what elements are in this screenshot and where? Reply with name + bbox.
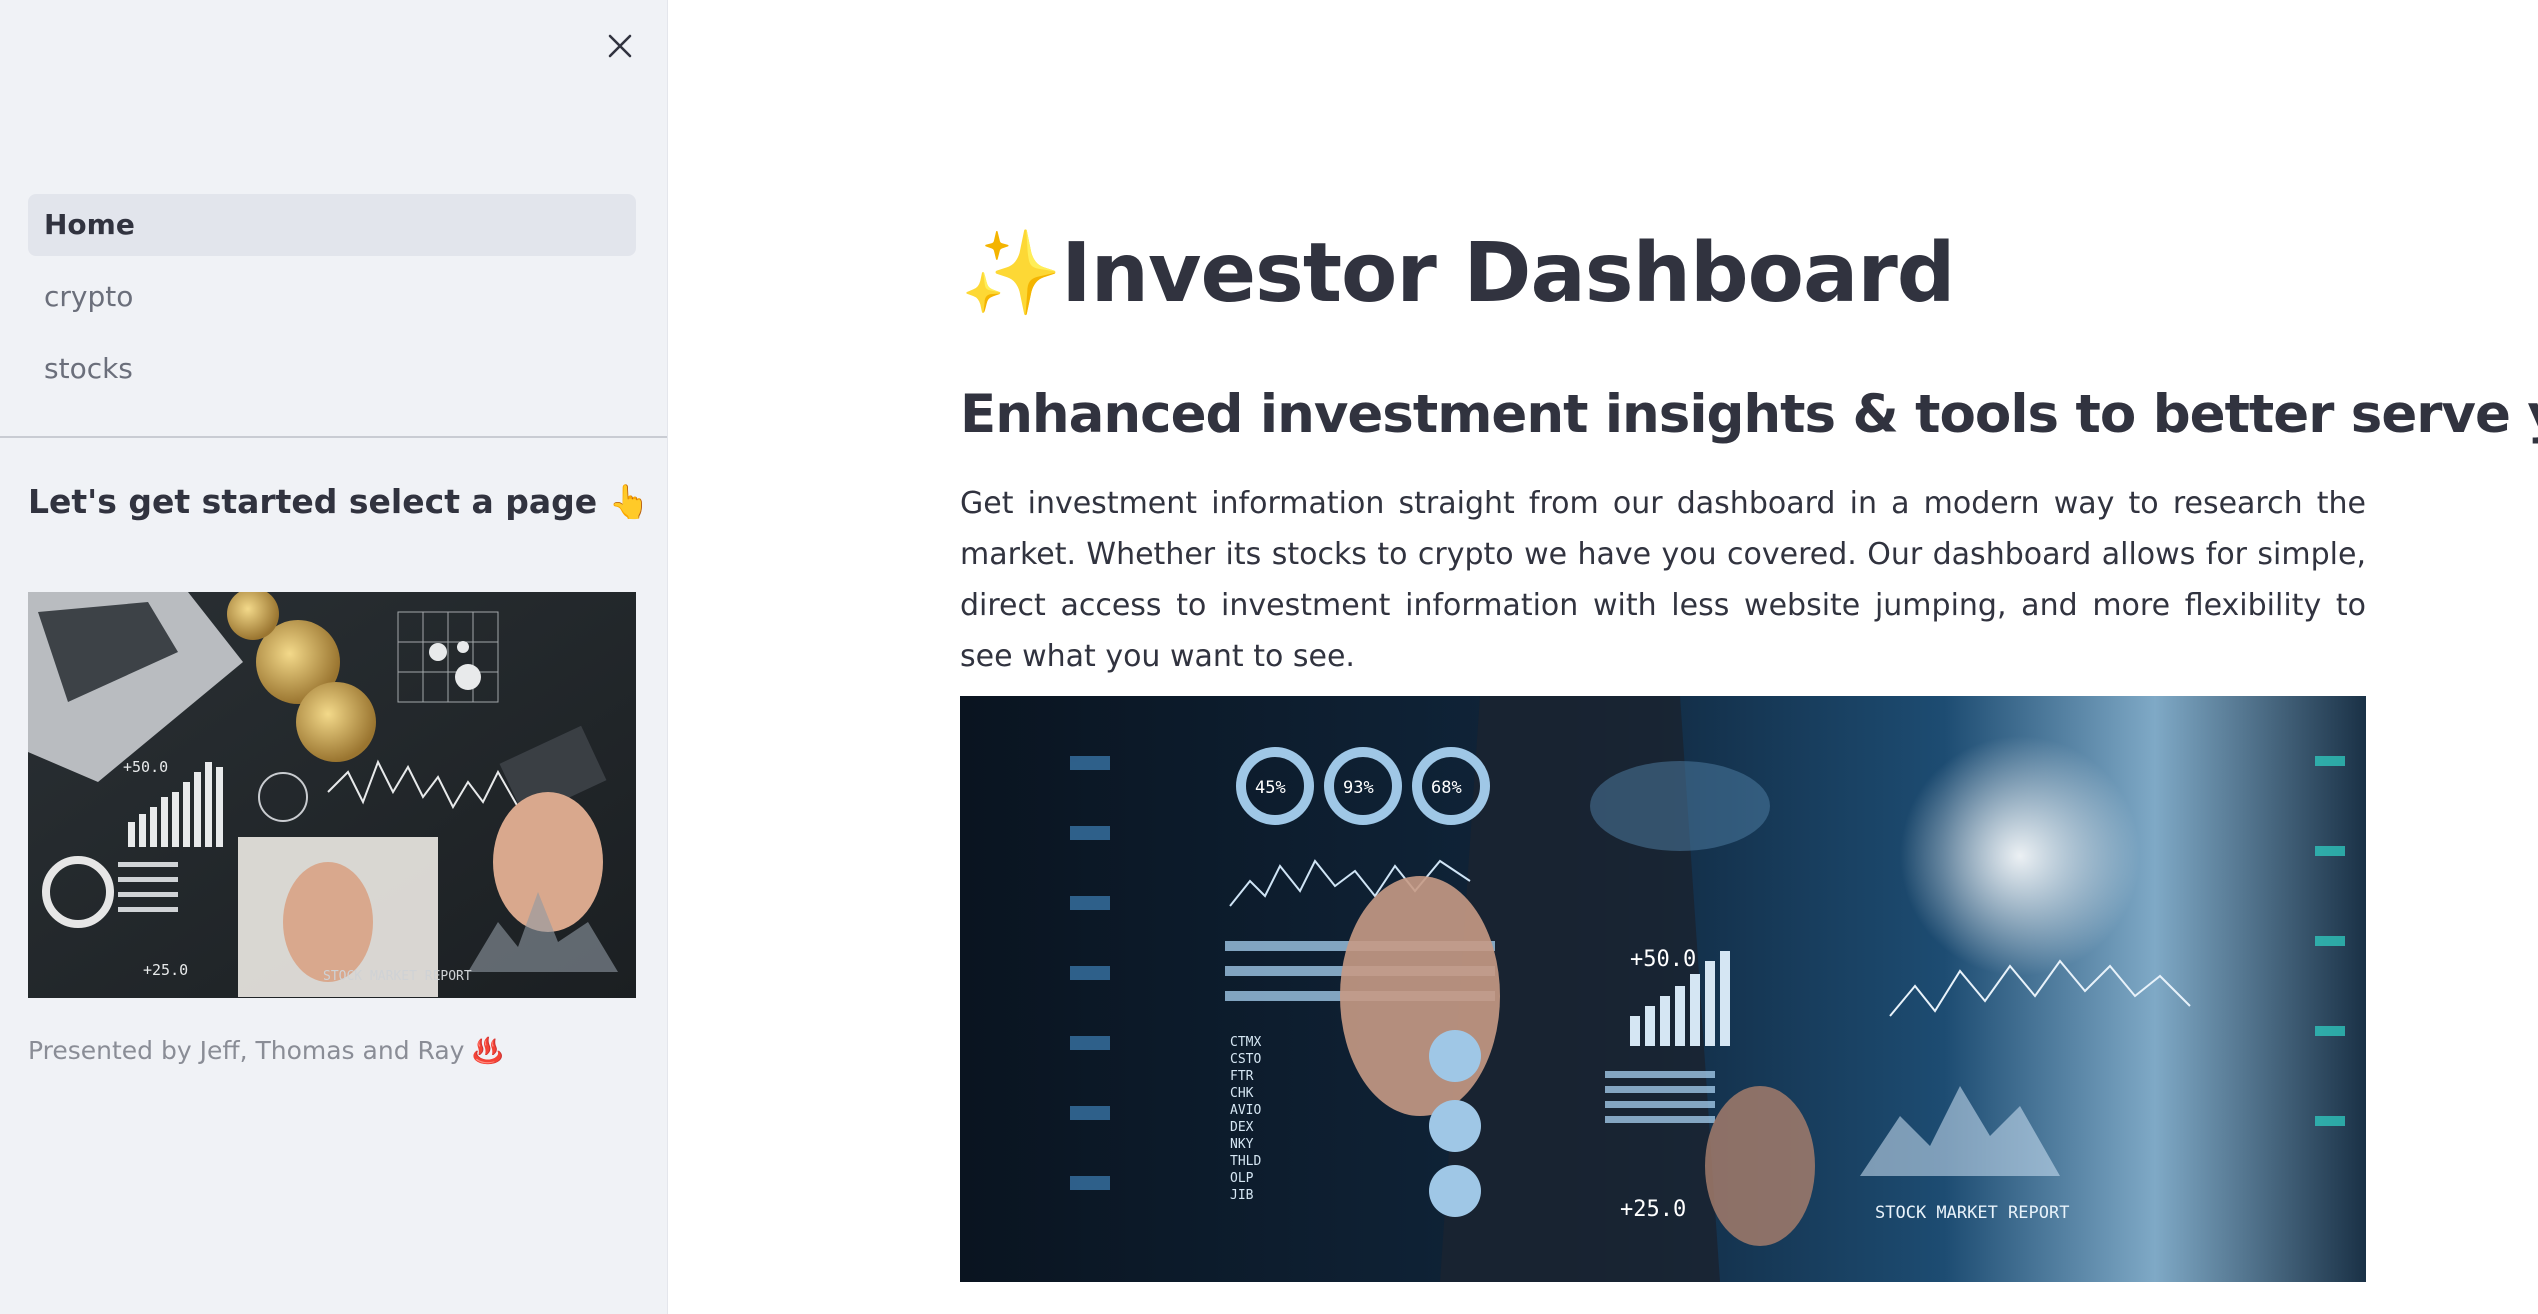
- ticker-label: CHK: [1230, 1086, 1254, 1101]
- sidebar-caption: Presented by Jeff, Thomas and Ray ♨️: [28, 1036, 504, 1065]
- ticker-label: JIB: [1230, 1188, 1254, 1203]
- ticker-label: OLP: [1230, 1171, 1254, 1186]
- ticker-label: CTMX: [1230, 1035, 1261, 1050]
- hero-gauge-3: 68%: [1431, 778, 1462, 798]
- hero-label-plus50: +50.0: [1630, 947, 1696, 972]
- ticker-label: NKY: [1230, 1137, 1254, 1152]
- ticker-label: DEX: [1230, 1120, 1254, 1135]
- ticker-label: AVIO: [1230, 1103, 1261, 1118]
- hero-gauge-1: 45%: [1255, 778, 1286, 798]
- page-title: ✨Investor Dashboard: [960, 226, 1955, 321]
- image-label-report: STOCK MARKET REPORT: [323, 969, 472, 984]
- ticker-label: THLD: [1230, 1154, 1261, 1169]
- sidebar-finance-image: +50.0 +25.0 STOCK MARKET REPORT: [28, 592, 636, 998]
- sidebar: Home crypto stocks Let's get started sel…: [0, 0, 668, 1314]
- image-label-plus50: +50.0: [123, 758, 168, 776]
- page-subtitle: Enhanced investment insights & tools to …: [960, 384, 2538, 445]
- sidebar-item-crypto[interactable]: crypto: [28, 266, 636, 328]
- ticker-label: FTR: [1230, 1069, 1254, 1084]
- hero-label-plus25: +25.0: [1620, 1197, 1686, 1222]
- sidebar-item-stocks[interactable]: stocks: [28, 338, 636, 400]
- main-content: ✨Investor Dashboard Enhanced investment …: [668, 0, 2538, 1314]
- ticker-label: CSTO: [1230, 1052, 1261, 1067]
- sidebar-nav: Home crypto stocks: [28, 194, 636, 410]
- sidebar-heading: Let's get started select a page 👆: [28, 482, 650, 521]
- nav-divider: [0, 436, 667, 438]
- sidebar-item-home[interactable]: Home: [28, 194, 636, 256]
- close-sidebar-button[interactable]: [602, 28, 638, 64]
- hero-gauge-2: 93%: [1343, 778, 1374, 798]
- hero-image: 45% 93% 68% CTMX CSTO FTR CHK AVIO DEX N…: [960, 696, 2366, 1282]
- hero-label-report: STOCK MARKET REPORT: [1875, 1203, 2069, 1223]
- close-icon: [608, 34, 632, 58]
- intro-paragraph: Get investment information straight from…: [960, 486, 2366, 674]
- image-label-plus25: +25.0: [143, 961, 188, 979]
